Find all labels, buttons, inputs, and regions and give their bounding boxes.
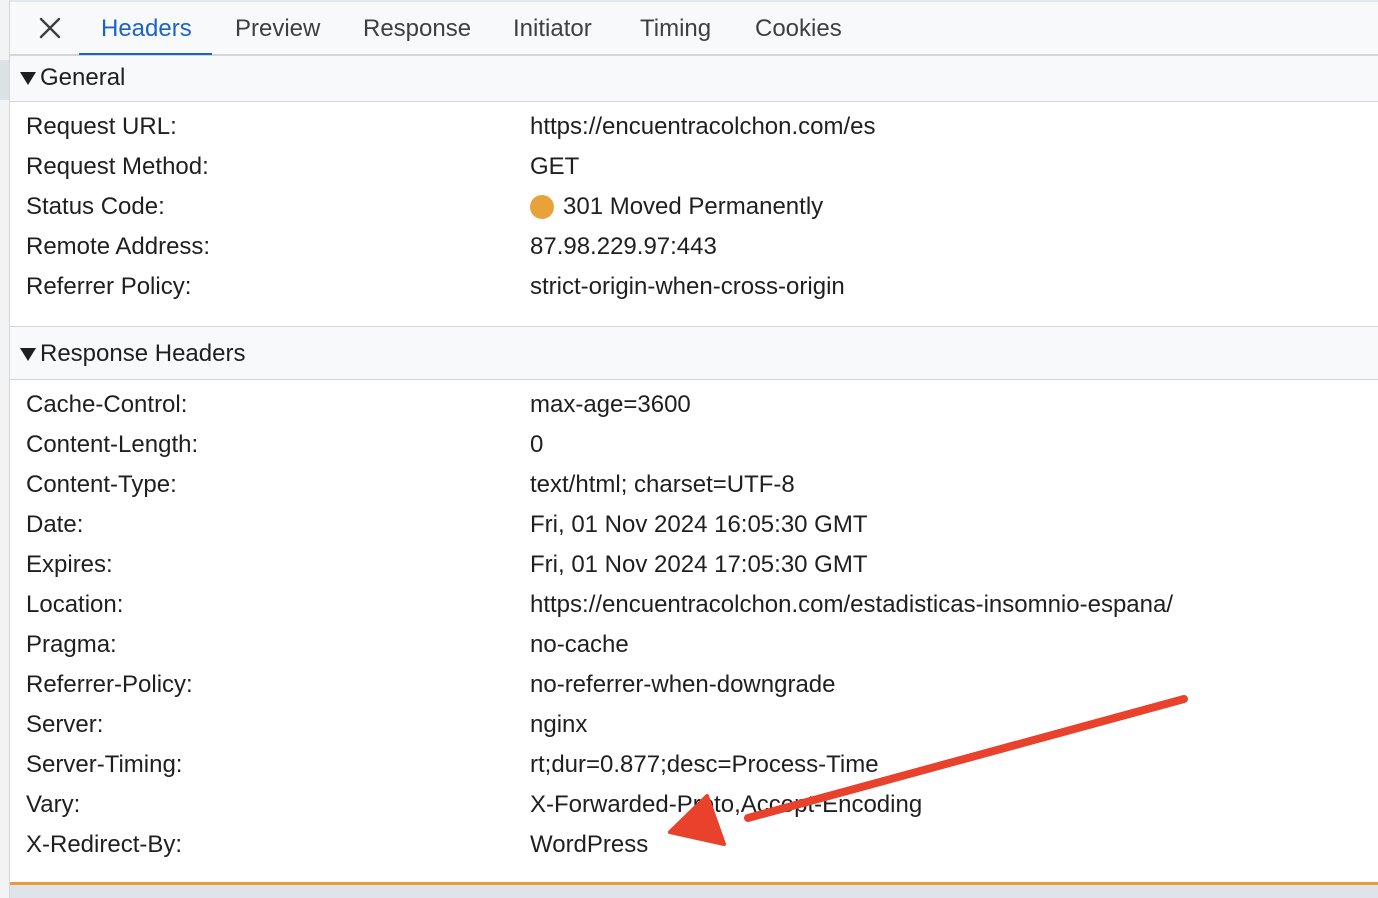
general-section-title: General <box>40 64 126 91</box>
response-row-location: Location: https://encuentracolchon.com/e… <box>10 585 1378 625</box>
header-value[interactable]: WordPress <box>530 825 648 865</box>
header-value[interactable]: 0 <box>530 425 543 465</box>
header-value[interactable]: max-age=3600 <box>530 385 691 425</box>
tab-initiator[interactable]: Initiator <box>513 0 592 55</box>
response-headers-section-title: Response Headers <box>40 340 246 367</box>
tab-bar: Headers Preview Response Initiator Timin… <box>10 0 1378 56</box>
header-key: Server: <box>26 711 104 738</box>
response-row-x-redirect-by: X-Redirect-By: WordPress <box>10 825 1378 865</box>
header-value[interactable]: rt;dur=0.877;desc=Process-Time <box>530 745 879 785</box>
status-dot-icon <box>530 195 554 219</box>
response-row-expires: Expires: Fri, 01 Nov 2024 17:05:30 GMT <box>10 545 1378 585</box>
general-row-status-code: Status Code: 301 Moved Permanently <box>10 187 1378 227</box>
general-row-request-method: Request Method: GET <box>10 147 1378 187</box>
general-section-header[interactable]: General <box>10 55 1378 102</box>
left-splitter[interactable] <box>0 0 10 898</box>
triangle-down-icon <box>20 72 36 85</box>
close-icon[interactable] <box>32 10 68 46</box>
response-headers-section-header[interactable]: Response Headers <box>10 326 1378 380</box>
header-key: Location: <box>26 591 124 618</box>
response-row-pragma: Pragma: no-cache <box>10 625 1378 665</box>
status-value[interactable]: 301 Moved Permanently <box>530 187 823 227</box>
header-key: Cache-Control: <box>26 391 188 418</box>
header-key: Request Method: <box>26 153 209 180</box>
header-value[interactable]: text/html; charset=UTF-8 <box>530 465 795 505</box>
tab-cookies[interactable]: Cookies <box>755 0 842 55</box>
devtools-network-headers-panel: Headers Preview Response Initiator Timin… <box>0 0 1378 898</box>
header-key: Content-Length: <box>26 431 199 458</box>
tab-response[interactable]: Response <box>363 0 471 55</box>
header-value[interactable]: X-Forwarded-Proto,Accept-Encoding <box>530 785 922 825</box>
status-text: 301 Moved Permanently <box>563 193 824 220</box>
header-key: Status Code: <box>26 193 165 220</box>
header-value[interactable]: https://encuentracolchon.com/estadistica… <box>530 585 1173 625</box>
response-row-vary: Vary: X-Forwarded-Proto,Accept-Encoding <box>10 785 1378 825</box>
header-value[interactable]: no-referrer-when-downgrade <box>530 665 835 705</box>
header-key: X-Redirect-By: <box>26 831 183 858</box>
response-row-referrer-policy: Referrer-Policy: no-referrer-when-downgr… <box>10 665 1378 705</box>
header-value[interactable]: nginx <box>530 705 587 745</box>
header-key: Expires: <box>26 551 113 578</box>
header-value[interactable]: strict-origin-when-cross-origin <box>530 267 845 307</box>
header-key: Referrer Policy: <box>26 273 192 300</box>
header-value[interactable]: https://encuentracolchon.com/es <box>530 107 876 147</box>
general-row-referrer-policy: Referrer Policy: strict-origin-when-cros… <box>10 267 1378 307</box>
header-key: Pragma: <box>26 631 117 658</box>
general-row-remote-address: Remote Address: 87.98.229.97:443 <box>10 227 1378 267</box>
response-row-content-type: Content-Type: text/html; charset=UTF-8 <box>10 465 1378 505</box>
response-row-content-length: Content-Length: 0 <box>10 425 1378 465</box>
header-key: Request URL: <box>26 113 177 140</box>
header-key: Referrer-Policy: <box>26 671 193 698</box>
header-value[interactable]: 87.98.229.97:443 <box>530 227 717 267</box>
header-value[interactable]: Fri, 01 Nov 2024 17:05:30 GMT <box>530 545 868 585</box>
response-row-cache-control: Cache-Control: max-age=3600 <box>10 385 1378 425</box>
header-key: Remote Address: <box>26 233 211 260</box>
header-key: Date: <box>26 511 84 538</box>
header-value[interactable]: GET <box>530 147 579 187</box>
header-key: Server-Timing: <box>26 751 183 778</box>
general-row-request-url: Request URL: https://encuentracolchon.co… <box>10 107 1378 147</box>
bottom-resize-bar[interactable] <box>10 882 1378 898</box>
triangle-down-icon <box>20 348 36 361</box>
header-key: Content-Type: <box>26 471 177 498</box>
header-key: Vary: <box>26 791 81 818</box>
tab-preview[interactable]: Preview <box>235 0 320 55</box>
response-row-server: Server: nginx <box>10 705 1378 745</box>
tab-timing[interactable]: Timing <box>640 0 711 55</box>
header-value[interactable]: no-cache <box>530 625 629 665</box>
tab-headers[interactable]: Headers <box>79 0 212 56</box>
header-value[interactable]: Fri, 01 Nov 2024 16:05:30 GMT <box>530 505 868 545</box>
response-row-server-timing: Server-Timing: rt;dur=0.877;desc=Process… <box>10 745 1378 785</box>
response-row-date: Date: Fri, 01 Nov 2024 16:05:30 GMT <box>10 505 1378 545</box>
